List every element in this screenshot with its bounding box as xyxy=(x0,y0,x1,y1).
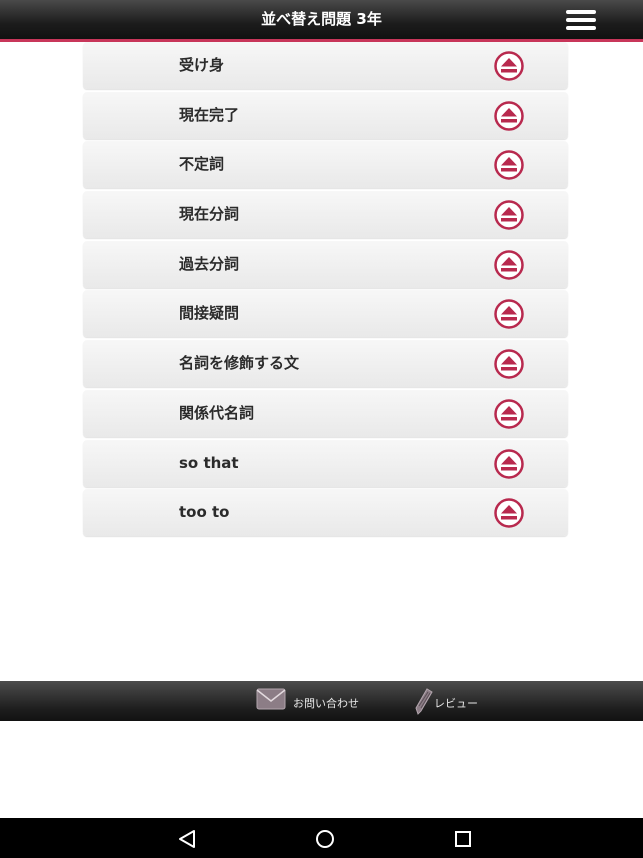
back-triangle-icon[interactable] xyxy=(174,826,200,852)
review-label: レビュー xyxy=(434,697,478,710)
list-item-label: 現在分詞 xyxy=(179,205,240,224)
topic-list: 受け身現在完了不定詞現在分詞過去分詞間接疑問名詞を修飾する文 関係代名詞 so th… xyxy=(83,42,568,539)
eject-icon[interactable] xyxy=(493,100,525,132)
home-circle-icon[interactable] xyxy=(312,826,338,852)
list-item[interactable]: 名詞を修飾する文 xyxy=(83,340,568,388)
list-item[interactable]: so that xyxy=(83,439,568,487)
hamburger-menu-icon[interactable] xyxy=(566,10,596,30)
eject-icon[interactable] xyxy=(493,298,525,330)
list-item[interactable]: 関係代名詞 xyxy=(83,389,568,437)
list-item-label: so that xyxy=(179,453,239,472)
review-button[interactable]: レビュー xyxy=(414,681,484,721)
list-item[interactable]: 間接疑問 xyxy=(83,290,568,338)
contact-label: お問い合わせ xyxy=(293,697,359,710)
list-item-label: 間接疑問 xyxy=(179,304,240,323)
list-item-label: 関係代名詞 xyxy=(179,403,255,422)
list-item[interactable]: 現在完了 xyxy=(83,91,568,139)
list-item-label: too to xyxy=(179,503,230,522)
list-item-label: 不定詞 xyxy=(179,155,225,174)
eject-icon[interactable] xyxy=(493,249,525,281)
contact-button[interactable]: お問い合わせ xyxy=(256,681,366,721)
envelope-icon xyxy=(256,688,286,710)
list-item[interactable]: 過去分詞 xyxy=(83,240,568,288)
eject-icon[interactable] xyxy=(493,199,525,231)
pencil-icon xyxy=(415,688,433,715)
list-item[interactable]: 不定詞 xyxy=(83,141,568,189)
app-header: 並べ替え問題 3年 xyxy=(0,0,643,42)
system-nav-bar xyxy=(0,818,643,858)
list-item[interactable]: too to xyxy=(83,489,568,537)
eject-icon[interactable] xyxy=(493,149,525,181)
list-item-label: 現在完了 xyxy=(179,105,240,124)
list-item[interactable]: 受け身 xyxy=(83,42,568,89)
list-item-label: 名詞を修飾する文 xyxy=(179,354,300,373)
eject-icon[interactable] xyxy=(493,348,525,380)
list-item-label: 受け身 xyxy=(179,56,225,74)
eject-icon[interactable] xyxy=(493,398,525,430)
footer-bar: お問い合わせ レビュー xyxy=(0,681,643,721)
eject-icon[interactable] xyxy=(493,50,525,82)
page-title: 並べ替え問題 3年 xyxy=(261,10,382,28)
list-item[interactable]: 現在分詞 xyxy=(83,191,568,239)
eject-icon[interactable] xyxy=(493,448,525,480)
recents-square-icon[interactable] xyxy=(450,826,476,852)
list-item-label: 過去分詞 xyxy=(179,254,240,273)
eject-icon[interactable] xyxy=(493,497,525,529)
